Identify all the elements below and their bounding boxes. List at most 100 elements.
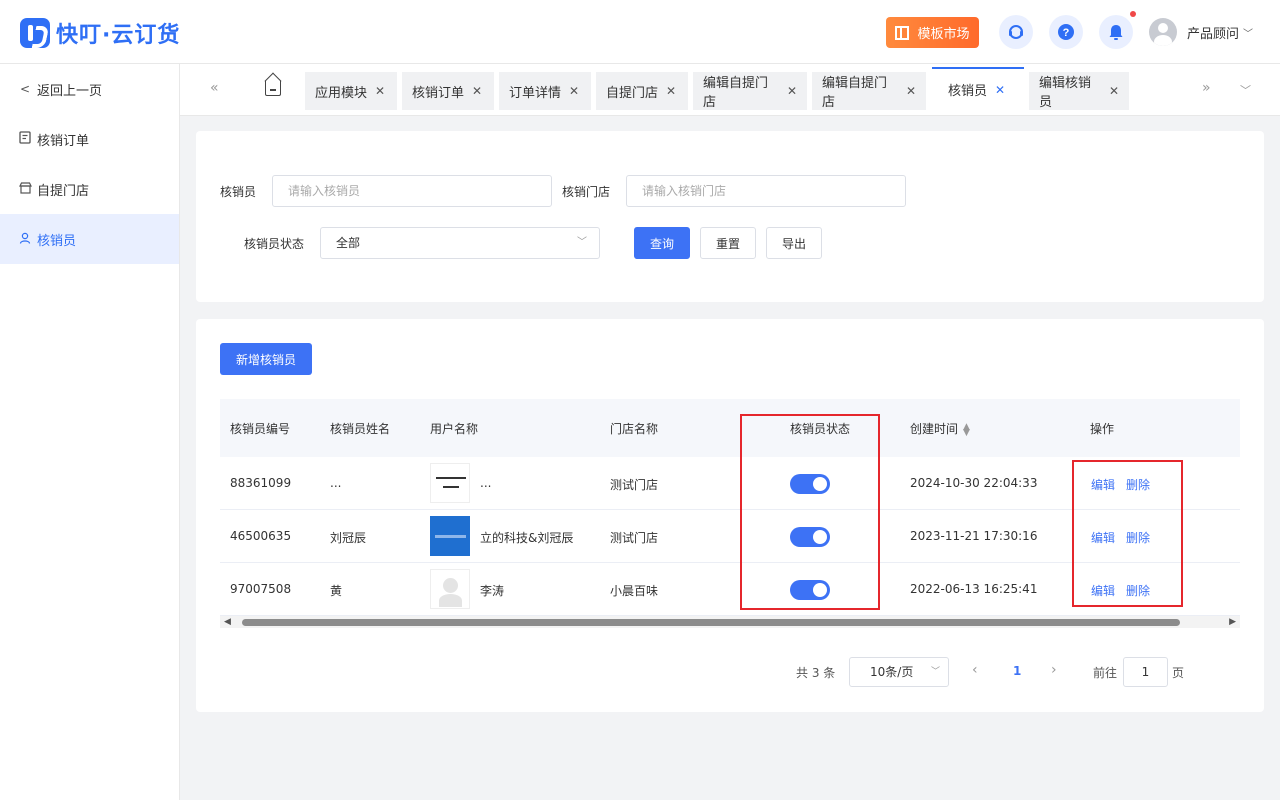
tab-edit-pickup-store-2[interactable]: 编辑自提门店 ✕ [812, 72, 926, 110]
tab-order-detail[interactable]: 订单详情 ✕ [499, 72, 591, 110]
store-name: 测试门店 [610, 531, 659, 545]
order-icon [18, 131, 32, 147]
prev-page-icon[interactable]: ‹ [972, 662, 978, 678]
user-menu[interactable]: 产品顾问 ﹀ [1149, 18, 1253, 46]
verifier-name: 黄 [330, 584, 343, 598]
column-header-label: 创建时间 [910, 422, 959, 436]
page-number-current[interactable]: 1 [1013, 664, 1021, 678]
tab-edit-verifier[interactable]: 编辑核销员 ✕ [1029, 72, 1129, 110]
tab-edit-pickup-store[interactable]: 编辑自提门店 ✕ [693, 72, 807, 110]
add-verifier-button[interactable]: 新增核销员 [220, 343, 312, 375]
store-label: 核销门店 [562, 185, 611, 199]
verifier-id: 46500635 [230, 529, 292, 543]
status-label: 核销员状态 [244, 237, 305, 251]
table-header: 核销员编号 核销员姓名 用户名称 门店名称 核销员状态 创建时间 ▲ ▼ 操作 [220, 399, 1240, 457]
sidebar-item-pickup-stores[interactable]: 自提门店 [0, 164, 179, 214]
close-icon[interactable]: ✕ [472, 84, 482, 98]
close-icon[interactable]: ✕ [569, 84, 579, 98]
reset-button[interactable]: 重置 [700, 227, 756, 259]
tabs-scroll-left-icon[interactable]: « [210, 80, 219, 96]
tab-label: 编辑核销员 [1039, 76, 1092, 110]
tab-app-modules[interactable]: 应用模块 ✕ [305, 72, 397, 110]
status-select[interactable]: 全部 ﹀ [320, 227, 600, 259]
tab-label: 订单详情 [509, 85, 562, 101]
sidebar-item-verifiers[interactable]: 核销员 [0, 214, 179, 264]
next-page-icon[interactable]: › [1051, 662, 1057, 678]
column-header: 操作 [1090, 422, 1115, 436]
tab-pickup-stores[interactable]: 自提门店 ✕ [596, 72, 688, 110]
verifier-input[interactable]: 请输入核销员 [272, 175, 552, 207]
column-header: 门店名称 [610, 422, 659, 436]
chevron-down-icon: ﹀ [1243, 28, 1254, 40]
store-icon [18, 181, 32, 197]
notification-button[interactable] [1099, 15, 1133, 49]
scroll-right-icon[interactable]: ▶ [1229, 617, 1236, 627]
sidebar: < 返回上一页 核销订单 自提门店 核销员 [0, 64, 180, 800]
app-name: 快叮·云订货 [56, 23, 181, 48]
tabs-menu-chevron-down-icon[interactable]: ﹀ [1240, 82, 1251, 98]
sidebar-item-verify-orders[interactable]: 核销订单 [0, 114, 179, 164]
chevron-down-icon: ﹀ [930, 667, 940, 677]
customer-service-button[interactable] [999, 15, 1033, 49]
tab-label: 核销员 [948, 84, 988, 99]
logo-icon [20, 18, 50, 48]
bell-icon [1109, 24, 1123, 40]
back-label: 返回上一页 [37, 83, 103, 99]
tabs-scroll-right-icon[interactable]: » [1202, 80, 1211, 96]
verifier-name: ... [330, 476, 342, 490]
tab-verify-orders[interactable]: 核销订单 ✕ [402, 72, 494, 110]
user-name: 李涛 [480, 584, 505, 598]
horizontal-scrollbar[interactable]: ◀ ▶ [220, 616, 1240, 628]
verifier-label: 核销员 [220, 185, 257, 199]
query-button[interactable]: 查询 [634, 227, 690, 259]
tab-label: 核销订单 [412, 85, 465, 101]
column-header: 核销员编号 [230, 422, 291, 436]
actions-column-highlight [1072, 460, 1183, 607]
created-time: 2024-10-30 22:04:33 [910, 476, 1038, 490]
back-link[interactable]: < 返回上一页 [0, 64, 179, 114]
store-name: 测试门店 [610, 478, 659, 492]
export-button[interactable]: 导出 [766, 227, 822, 259]
template-grid-icon [895, 25, 910, 40]
column-header: 核销员姓名 [330, 422, 391, 436]
store-input[interactable]: 请输入核销门店 [626, 175, 906, 207]
close-icon[interactable]: ✕ [1109, 84, 1119, 98]
sidebar-item-label: 核销员 [37, 233, 77, 249]
user-avatar [430, 516, 470, 556]
close-icon[interactable]: ✕ [787, 84, 797, 98]
template-market-button[interactable]: 模板市场 [886, 17, 979, 48]
page-size-select[interactable]: 10条/页 ﹀ [849, 657, 949, 687]
user-name: 立的科技&刘冠辰 [480, 531, 574, 545]
close-icon[interactable]: ✕ [375, 84, 385, 98]
close-icon[interactable]: ✕ [666, 84, 676, 98]
verifier-id: 88361099 [230, 476, 292, 490]
created-time-header[interactable]: 创建时间 ▲ ▼ [910, 420, 970, 437]
tab-label: 自提门店 [606, 85, 659, 101]
tab-label: 应用模块 [315, 85, 368, 101]
scroll-thumb[interactable] [242, 619, 1180, 626]
close-icon[interactable]: ✕ [906, 84, 916, 98]
goto-page-input[interactable]: 1 [1123, 657, 1168, 687]
user-icon [18, 232, 32, 247]
scroll-left-icon[interactable]: ◀ [224, 617, 231, 627]
app-logo[interactable]: 快叮·云订货 [20, 17, 180, 49]
verifier-table-panel: 新增核销员 核销员编号 核销员姓名 用户名称 门店名称 核销员状态 创建时间 ▲ ▼… [196, 319, 1264, 712]
help-icon: ? [1058, 24, 1074, 40]
page-size-value: 10条/页 [870, 665, 914, 679]
close-icon[interactable]: ✕ [995, 83, 1005, 97]
tab-verifiers[interactable]: 核销员 ✕ [932, 67, 1024, 110]
sidebar-item-label: 核销订单 [37, 133, 90, 149]
sort-icon[interactable]: ▲ ▼ [963, 422, 970, 437]
tab-label: 编辑自提门店 [703, 76, 769, 110]
status-column-highlight [740, 414, 880, 610]
chevron-down-icon: ﹀ [577, 237, 587, 248]
tab-label: 编辑自提门店 [822, 76, 888, 110]
status-select-value: 全部 [336, 236, 361, 250]
svg-text:?: ? [1063, 27, 1070, 39]
home-icon[interactable] [265, 81, 281, 96]
user-avatar [430, 463, 470, 503]
filter-panel: 核销员 请输入核销员 核销门店 请输入核销门店 核销员状态 全部 ﹀ 查询 重置… [196, 131, 1264, 302]
column-header: 用户名称 [430, 422, 479, 436]
help-button[interactable]: ? [1049, 15, 1083, 49]
verifier-name: 刘冠辰 [330, 531, 367, 545]
